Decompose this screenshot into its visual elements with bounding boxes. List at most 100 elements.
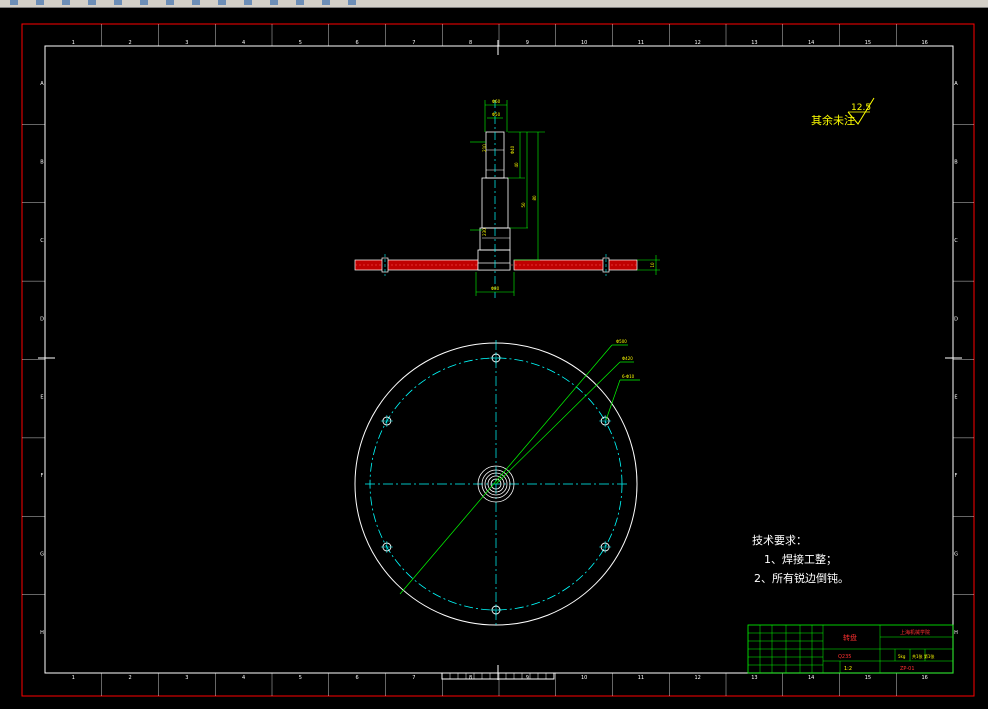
col-label-top-11: 11 [638, 40, 644, 46]
title-part-name: 转盘 [843, 633, 857, 642]
col-label-top-8: 8 [469, 40, 472, 46]
title-material: Q235 [838, 654, 851, 660]
print-icon[interactable] [88, 0, 96, 5]
row-label-left-F: F [41, 473, 44, 479]
col-label-top-7: 7 [412, 40, 415, 46]
title-company: 上海机械学院 [900, 629, 930, 636]
row-label-right-B: B [954, 160, 958, 166]
dimension-label: Φ80 [491, 286, 500, 291]
bolt-hole [599, 541, 612, 553]
row-label-left-E: E [40, 395, 43, 401]
dimension-label: Φ60 [492, 99, 501, 104]
row-label-left-A: A [40, 81, 44, 87]
col-label-bottom-14: 14 [808, 675, 814, 681]
paste-icon[interactable] [166, 0, 174, 5]
surface-roughness-note: 其余未注 12.5 [811, 97, 875, 127]
col-label-bottom-10: 10 [581, 675, 587, 681]
row-label-right-H: H [954, 630, 958, 636]
row-label-left-D: D [40, 316, 44, 322]
layer-icon[interactable] [322, 0, 330, 5]
cut-icon[interactable] [114, 0, 122, 5]
col-label-top-4: 4 [242, 40, 245, 46]
roughness-note-text: 其余未注 [811, 113, 855, 127]
col-label-bottom-8: 8 [469, 675, 472, 681]
bolt-hole [380, 415, 393, 427]
bolt-hole [490, 604, 502, 616]
col-label-bottom-16: 16 [921, 675, 927, 681]
title-scale: 1:2 [844, 666, 852, 672]
leader-label: Φ500 [616, 339, 627, 344]
save-icon[interactable] [62, 0, 70, 5]
col-label-bottom-4: 4 [242, 675, 245, 681]
col-label-bottom-2: 2 [129, 675, 132, 681]
open-icon[interactable] [36, 0, 44, 5]
technical-requirements: 技术要求： 1、焊接工整； 2、所有锐边倒钝。 [752, 534, 849, 585]
title-block: 转盘 上海机械学院 Q235 ZP-01 1:2 5kg 共1张 第1张 [747, 624, 954, 674]
dimension-label: 10 [650, 262, 655, 268]
row-label-right-A: A [954, 81, 958, 87]
row-label-right-C: C [954, 238, 958, 244]
dimension-label: 230 [482, 228, 487, 236]
tech-req-title: 技术要求： [752, 534, 807, 547]
bolt-hole [490, 352, 502, 364]
title-drawing-no: ZP-01 [900, 666, 915, 672]
title-sheet: 共1张 第1张 [912, 653, 934, 659]
row-label-left-G: G [40, 551, 44, 557]
col-label-top-16: 16 [921, 40, 927, 46]
section-view: Φ60 Φ50 Φ40 40 50 80 210 230 Φ80 10 [354, 99, 660, 298]
col-label-bottom-9: 9 [526, 675, 529, 681]
col-label-bottom-5: 5 [299, 675, 302, 681]
leader-label: Φ420 [622, 356, 633, 361]
col-label-top-6: 6 [356, 40, 359, 46]
leader-outer [399, 344, 613, 595]
roughness-value: 12.5 [851, 103, 871, 113]
col-label-bottom-3: 3 [185, 675, 188, 681]
title-weight: 5kg [898, 654, 906, 659]
dimension-label: 210 [482, 144, 487, 152]
pan-icon[interactable] [244, 0, 252, 5]
dimension-label: 50 [521, 202, 526, 208]
drawing-canvas[interactable]: 1122334455667788991010111112121313141415… [0, 8, 988, 709]
col-label-top-1: 1 [72, 40, 75, 46]
row-label-left-H: H [40, 630, 44, 636]
col-label-top-12: 12 [694, 40, 700, 46]
redo-icon[interactable] [218, 0, 226, 5]
col-label-top-13: 13 [751, 40, 757, 46]
row-label-left-B: B [40, 160, 44, 166]
col-label-bottom-15: 15 [865, 675, 871, 681]
new-icon[interactable] [10, 0, 18, 5]
col-label-bottom-12: 12 [694, 675, 700, 681]
scale-bar [441, 672, 555, 680]
col-label-top-3: 3 [185, 40, 188, 46]
dimension-label: 80 [532, 195, 537, 201]
properties-icon[interactable] [296, 0, 304, 5]
col-label-bottom-7: 7 [412, 675, 415, 681]
row-label-right-E: E [954, 395, 957, 401]
col-label-bottom-6: 6 [356, 675, 359, 681]
col-label-top-15: 15 [865, 40, 871, 46]
dimension-label: 40 [514, 162, 519, 168]
row-label-right-D: D [954, 316, 958, 322]
bolt-hole [380, 541, 393, 553]
plate-section-left [354, 259, 481, 271]
row-label-right-F: F [955, 473, 958, 479]
col-label-bottom-1: 1 [72, 675, 75, 681]
tech-req-item-2: 2、所有锐边倒钝。 [754, 571, 849, 585]
bolt-hole [599, 415, 612, 427]
col-label-top-2: 2 [129, 40, 132, 46]
leader-label: 6-Φ10 [622, 374, 635, 379]
toolbar [0, 0, 988, 8]
undo-icon[interactable] [192, 0, 200, 5]
row-label-left-C: C [40, 238, 44, 244]
help-icon[interactable] [348, 0, 356, 5]
col-label-top-9: 9 [526, 40, 529, 46]
plan-view: Φ500 Φ420 6-Φ10 [354, 339, 640, 628]
dimension-label: Φ40 [510, 145, 515, 154]
tech-req-item-1: 1、焊接工整； [764, 552, 837, 566]
col-label-bottom-13: 13 [751, 675, 757, 681]
row-label-right-G: G [954, 551, 958, 557]
copy-icon[interactable] [140, 0, 148, 5]
zoom-icon[interactable] [270, 0, 278, 5]
col-label-top-5: 5 [299, 40, 302, 46]
col-label-top-10: 10 [581, 40, 587, 46]
